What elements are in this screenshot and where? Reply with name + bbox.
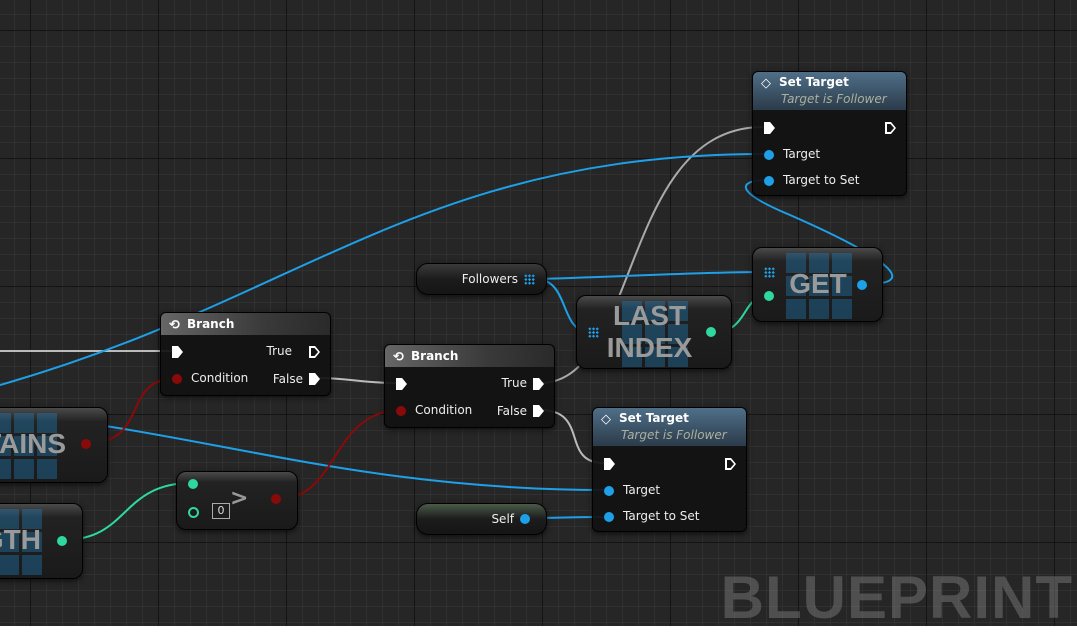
branch-icon: ⟲ <box>393 350 404 365</box>
branch-node-2[interactable]: ⟲ Branch True Condition False <box>384 344 555 428</box>
true-label: True <box>266 344 293 358</box>
false-label: False <box>272 372 303 386</box>
contains-label: TAINS <box>0 428 66 459</box>
self-output-pin[interactable] <box>520 514 530 524</box>
contains-output-pin[interactable] <box>81 439 91 449</box>
last-index-label-1: LAST <box>612 300 687 331</box>
true-label: True <box>501 376 528 390</box>
target-to-set-label: Target to Set <box>623 509 700 523</box>
greater-than-node[interactable]: 0 > <box>176 471 298 530</box>
index-input-pin[interactable] <box>764 291 774 301</box>
target-pin[interactable] <box>764 150 774 160</box>
false-label: False <box>496 404 527 418</box>
branch-icon: ⟲ <box>169 318 180 333</box>
length-output-pin[interactable] <box>57 536 67 546</box>
get-node[interactable]: GET <box>752 247 883 322</box>
set-target-subtitle: Target is Follower <box>781 92 887 106</box>
set-target-title: Set Target <box>779 75 849 89</box>
set-target-subtitle: Target is Follower <box>621 428 727 442</box>
greater-operator: > <box>230 486 249 511</box>
function-icon: ◇ <box>601 412 611 427</box>
exec-output-pin[interactable] <box>885 122 896 134</box>
array-pin-icon[interactable] <box>524 274 535 285</box>
followers-label: Followers <box>461 272 518 286</box>
branch-title: Branch <box>411 349 459 363</box>
array-input-pin[interactable] <box>764 267 775 278</box>
condition-pin[interactable] <box>396 406 406 416</box>
exec-input-pin[interactable] <box>396 378 407 390</box>
exec-output-pin[interactable] <box>725 458 736 470</box>
set-target-node-bottom[interactable]: ◇ Set Target Target is Follower Target Tar… <box>592 407 747 532</box>
target-label: Target <box>623 483 661 497</box>
branch-node-1[interactable]: ⟲ Branch True Condition False <box>160 312 331 396</box>
condition-label: Condition <box>415 403 473 417</box>
length-node[interactable]: GTH <box>0 503 83 579</box>
target-to-set-label: Target to Set <box>783 173 860 187</box>
condition-label: Condition <box>191 371 249 385</box>
self-label: Self <box>491 512 514 526</box>
target-to-set-pin[interactable] <box>764 176 774 186</box>
set-target-title: Set Target <box>619 411 689 425</box>
last-index-node[interactable]: LAST INDEX <box>576 295 732 369</box>
array-input-pin[interactable] <box>588 327 599 338</box>
condition-pin[interactable] <box>172 374 182 384</box>
array-wire-followers-to-get <box>539 271 766 280</box>
branch-title: Branch <box>187 317 235 331</box>
false-exec-pin[interactable] <box>533 405 544 417</box>
exec-input-pin[interactable] <box>172 346 183 358</box>
function-icon: ◇ <box>761 76 771 91</box>
last-index-label-2: INDEX <box>606 332 693 363</box>
get-output-pin[interactable] <box>857 280 867 290</box>
blueprint-graph-canvas[interactable]: TAINS GTH 0 > ⟲ Branch True Condition Fal… <box>0 0 1077 631</box>
target-label: Target <box>783 147 821 161</box>
greater-input-b-pin[interactable] <box>188 507 199 518</box>
set-target-node-top[interactable]: ◇ Set Target Target is Follower Target Tar… <box>752 71 907 196</box>
exec-input-pin[interactable] <box>604 458 615 470</box>
greater-output-pin[interactable] <box>271 494 281 504</box>
self-variable-node[interactable]: Self <box>416 503 547 535</box>
greater-literal-input[interactable]: 0 <box>212 503 230 519</box>
greater-input-a-pin[interactable] <box>188 479 198 489</box>
followers-variable-node[interactable]: Followers <box>416 263 547 295</box>
false-exec-pin[interactable] <box>309 373 320 385</box>
length-label: GTH <box>0 524 41 555</box>
target-pin[interactable] <box>604 486 614 496</box>
last-index-output-pin[interactable] <box>706 327 716 337</box>
contains-node[interactable]: TAINS <box>0 407 108 483</box>
exec-input-pin[interactable] <box>764 122 775 134</box>
true-exec-pin[interactable] <box>533 378 544 390</box>
get-label: GET <box>789 268 847 299</box>
target-to-set-pin[interactable] <box>604 512 614 522</box>
blueprint-watermark: BLUEPRINT <box>720 564 1073 631</box>
true-exec-pin[interactable] <box>309 346 320 358</box>
